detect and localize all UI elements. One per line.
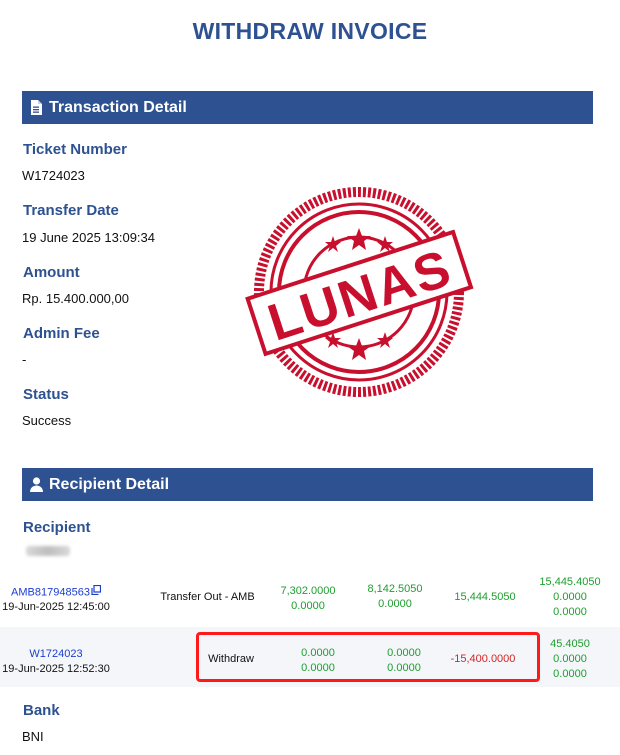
amount-col-4: 15,445.4050 0.0000 0.0000 [530,575,610,620]
copy-icon[interactable] [91,584,102,600]
transfer-date-label: Transfer Date [23,202,119,219]
recipient-detail-header: Recipient Detail [22,468,593,501]
ticket-cell: W1724023 19-Jun-2025 12:52:30 [0,647,112,677]
ticket-cell: AMB817948563 19-Jun-2025 12:45:00 [0,584,112,615]
ticket-datetime: 19-Jun-2025 12:45:00 [2,601,110,614]
status-label: Status [23,386,69,403]
amount-col-4: 45.4050 0.0000 0.0000 [530,637,610,682]
ticket-number-value: W1724023 [22,168,85,183]
status-value: Success [22,413,72,428]
recipient-detail-title: Recipient Detail [49,475,170,493]
amount-col-1: 7,302.0000 0.0000 [268,584,348,614]
amount-col-2-line-2: 0.0000 [378,598,412,610]
amount-col-4-line-1: 45.4050 [550,638,590,650]
amount-col-2-line-1: 8,142.5050 [367,583,423,595]
admin-fee-label: Admin Fee [23,325,100,342]
recipient-name-redacted [26,546,70,556]
admin-fee-value: - [22,352,27,367]
ticket-link[interactable]: AMB817948563 [11,586,90,598]
user-icon [28,477,44,493]
table-row: AMB817948563 19-Jun-2025 12:45:00 Transf… [0,568,620,626]
bank-label: Bank [23,702,60,719]
amount-col-2: 8,142.5050 0.0000 [355,582,435,612]
ticket-link[interactable]: W1724023 [0,647,112,662]
document-icon [28,100,44,116]
bank-value: BNI [22,729,44,744]
highlight-box [196,632,540,682]
invoice-title: WITHDRAW INVOICE [192,18,428,44]
transaction-detail-title: Transaction Detail [49,98,187,116]
transaction-detail-header: Transaction Detail [22,91,593,124]
stamp-text: LUNAS [261,239,459,353]
amount-col-4-line-2: 0.0000 [553,653,587,665]
ticket-datetime: 19-Jun-2025 12:52:30 [2,663,110,675]
type-cell: Transfer Out - AMB [160,591,255,603]
amount-col-4-line-2: 0.0000 [553,591,587,603]
amount-col-4-line-1: 15,445.4050 [539,576,601,588]
recipient-label: Recipient [23,519,91,536]
amount-label: Amount [23,264,80,281]
ticket-number-label: Ticket Number [23,141,127,158]
amount-col-3: 15,444.5050 [454,591,516,603]
amount-col-4-line-3: 0.0000 [553,668,587,680]
lunas-stamp: LUNAS [243,180,475,404]
amount-col-1-line-1: 7,302.0000 [280,585,336,597]
transfer-date-value: 19 June 2025 13:09:34 [22,230,156,245]
amount-col-4-line-3: 0.0000 [553,606,587,618]
amount-value: Rp. 15.400.000,00 [22,291,129,306]
amount-col-1-line-2: 0.0000 [291,600,325,612]
